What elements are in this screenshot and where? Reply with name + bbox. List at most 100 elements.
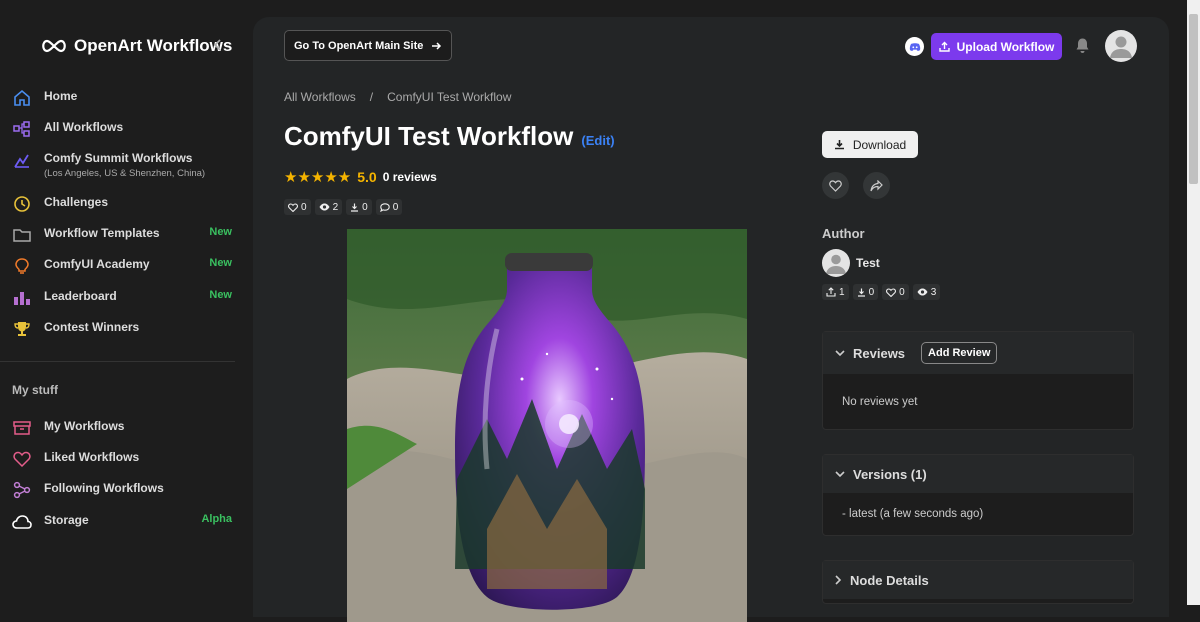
sidebar-item-label: All Workflows xyxy=(44,120,124,134)
author-avatar xyxy=(822,249,850,277)
uploads-stat: 1 xyxy=(822,284,849,300)
chevron-left-icon xyxy=(213,39,221,51)
trophy-icon xyxy=(12,320,32,338)
edit-link[interactable]: (Edit) xyxy=(581,133,614,148)
sidebar-item-label: Home xyxy=(44,89,78,103)
likes-count: 0 xyxy=(301,201,307,213)
chart-icon xyxy=(12,151,32,169)
main-content: Go To OpenArt Main Site Upload Workflow … xyxy=(253,17,1169,622)
eye-icon xyxy=(917,288,928,296)
review-count: 0 reviews xyxy=(382,170,437,184)
user-avatar[interactable] xyxy=(1105,30,1137,62)
user-avatar-icon xyxy=(826,254,846,274)
upload-workflow-button[interactable]: Upload Workflow xyxy=(931,33,1062,60)
likes-stat: 0 xyxy=(284,199,311,215)
share-button[interactable] xyxy=(863,172,890,199)
rating-summary: ★★★★★ 5.0 0 reviews xyxy=(284,168,437,186)
bell-icon xyxy=(1076,38,1089,53)
sidebar-item-home[interactable]: Home xyxy=(12,89,242,107)
sidebar-divider xyxy=(0,361,235,362)
downloads-stat: 0 xyxy=(346,199,372,215)
bulb-icon xyxy=(12,257,32,275)
node-details-panel: Node Details xyxy=(822,560,1134,604)
chevron-right-icon xyxy=(835,575,842,585)
new-badge: New xyxy=(209,257,232,269)
views-count: 3 xyxy=(930,286,937,298)
sidebar-item-label: Following Workflows xyxy=(44,481,164,495)
views-stat: 3 xyxy=(912,284,941,300)
bottle-artwork-image xyxy=(347,229,747,622)
clock-icon xyxy=(12,195,32,213)
heart-icon xyxy=(886,287,897,297)
collapse-sidebar-button[interactable] xyxy=(213,38,223,54)
add-review-button[interactable]: Add Review xyxy=(921,342,998,364)
goto-main-site-button[interactable]: Go To OpenArt Main Site xyxy=(284,30,453,61)
comments-count: 0 xyxy=(392,201,399,213)
discord-button[interactable] xyxy=(905,37,924,56)
sidebar-item-contest-winners[interactable]: Contest Winners xyxy=(12,320,242,338)
views-stat: 2 xyxy=(314,199,343,215)
heart-icon xyxy=(829,179,842,192)
version-item[interactable]: - latest (a few seconds ago) xyxy=(842,508,983,520)
reviews-header[interactable]: Reviews Add Review xyxy=(823,332,1133,374)
home-icon xyxy=(12,89,32,107)
node-details-header[interactable]: Node Details xyxy=(823,561,1133,599)
page-title: ComfyUI Test Workflow (Edit) xyxy=(284,121,615,152)
sidebar-item-workflow-templates[interactable]: Workflow Templates New xyxy=(12,226,242,244)
like-button[interactable] xyxy=(822,172,849,199)
sidebar-item-label: Storage xyxy=(44,513,89,527)
uploads-count: 1 xyxy=(839,286,845,298)
nodes-icon xyxy=(12,481,32,499)
breadcrumb-root-link[interactable]: All Workflows xyxy=(284,90,356,104)
workflow-title: ComfyUI Test Workflow xyxy=(284,121,574,151)
sidebar-item-storage[interactable]: Storage Alpha xyxy=(12,513,242,531)
folder-icon xyxy=(12,226,32,244)
discord-icon xyxy=(909,42,920,51)
chevron-down-icon xyxy=(835,349,845,356)
sidebar-item-label: ComfyUI Academy xyxy=(44,257,150,271)
sidebar-item-challenges[interactable]: Challenges xyxy=(12,195,242,213)
chevron-down-icon xyxy=(835,470,845,477)
sidebar-item-label: Workflow Templates xyxy=(44,226,160,240)
author-profile[interactable]: Test xyxy=(822,249,880,277)
reviews-body: No reviews yet xyxy=(823,374,1133,429)
sidebar-item-my-workflows[interactable]: My Workflows xyxy=(12,419,242,437)
likes-count: 0 xyxy=(899,286,905,298)
download-icon xyxy=(834,140,844,150)
sidebar-item-leaderboard[interactable]: Leaderboard New xyxy=(12,289,242,307)
workflow-stats: 0 2 0 0 xyxy=(284,199,403,215)
sidebar-item-following-workflows[interactable]: Following Workflows xyxy=(12,481,242,499)
share-icon xyxy=(870,179,883,191)
alpha-badge: Alpha xyxy=(201,513,232,525)
sidebar-item-comfy-summit[interactable]: Comfy Summit Workflows (Los Angeles, US &… xyxy=(12,151,242,179)
sidebar-item-label: Comfy Summit Workflows xyxy=(44,151,193,165)
bar-chart-icon xyxy=(12,289,32,307)
sidebar-item-all-workflows[interactable]: All Workflows xyxy=(12,120,242,138)
download-button[interactable]: Download xyxy=(822,131,918,158)
download-label: Download xyxy=(852,137,907,152)
breadcrumb: All Workflows / ComfyUI Test Workflow xyxy=(284,90,511,104)
notifications-button[interactable] xyxy=(1075,37,1090,59)
downloads-stat: 0 xyxy=(852,284,879,300)
eye-icon xyxy=(319,203,330,211)
app-logo[interactable]: OpenArt Workflows xyxy=(40,36,232,56)
sidebar-item-label: Challenges xyxy=(44,195,109,209)
heart-icon xyxy=(288,202,298,212)
goto-label: Go To OpenArt Main Site xyxy=(294,39,424,52)
likes-stat: 0 xyxy=(882,284,909,300)
sidebar-section-title: My stuff xyxy=(12,383,58,397)
cloud-icon xyxy=(12,513,32,531)
versions-header[interactable]: Versions (1) xyxy=(823,455,1133,493)
rating-score: 5.0 xyxy=(357,169,377,185)
new-badge: New xyxy=(209,289,232,301)
scrollbar-thumb[interactable] xyxy=(1189,14,1198,184)
app-name: OpenArt Workflows xyxy=(74,36,233,55)
workflow-preview-image[interactable] xyxy=(347,229,747,622)
sidebar-item-liked-workflows[interactable]: Liked Workflows xyxy=(12,450,242,468)
sidebar-item-comfyui-academy[interactable]: ComfyUI Academy New xyxy=(12,257,242,275)
comments-stat: 0 xyxy=(375,199,403,215)
page-scrollbar[interactable] xyxy=(1187,0,1200,605)
breadcrumb-current: ComfyUI Test Workflow xyxy=(387,90,512,104)
sidebar: OpenArt Workflows Home All Workflows Com… xyxy=(0,0,253,605)
versions-body: - latest (a few seconds ago) xyxy=(823,493,1133,535)
